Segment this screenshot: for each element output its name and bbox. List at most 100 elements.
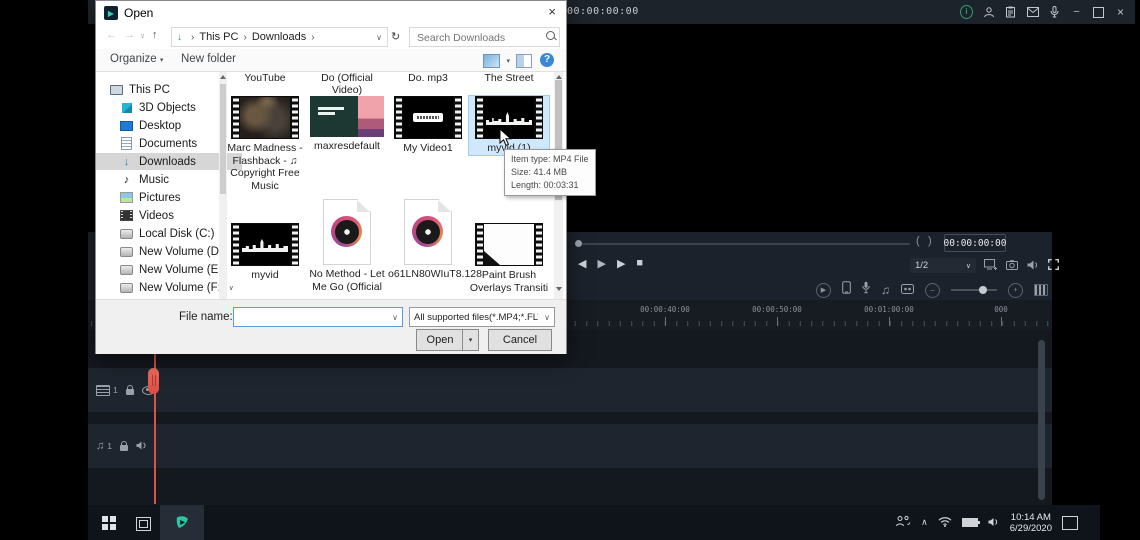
preview-quality-select[interactable]: 1/2 ∨	[910, 258, 976, 273]
recent-locations-icon[interactable]: ∨	[140, 32, 145, 40]
audio-thumbnail	[323, 199, 371, 265]
start-button[interactable]	[102, 516, 116, 530]
ruler-label: 00:00:50:00	[752, 305, 802, 314]
refresh-icon[interactable]: ↻	[391, 30, 400, 43]
fullscreen-icon[interactable]	[1048, 257, 1059, 275]
file-label[interactable]: The Street	[469, 72, 549, 84]
people-icon[interactable]	[895, 514, 911, 532]
mail-icon[interactable]	[1026, 6, 1039, 19]
display-icon[interactable]	[984, 257, 997, 275]
mic-icon[interactable]	[1048, 6, 1061, 19]
new-folder-button[interactable]: New folder	[181, 53, 236, 65]
help-button[interactable]: ?	[540, 53, 554, 67]
mouse-cursor	[499, 128, 512, 147]
zoom-out-icon[interactable]: –	[925, 282, 940, 298]
file-name-input[interactable]	[237, 310, 389, 326]
timeline-zoom-slider[interactable]	[951, 286, 997, 294]
file-item-no-method[interactable]: No Method - Let Me Go (Official	[307, 199, 387, 293]
seek-bar[interactable]	[582, 243, 910, 245]
timeline-scrollbar[interactable]	[1038, 340, 1045, 500]
video-track[interactable]: 1	[88, 368, 1052, 412]
mark-out-icon[interactable]: )	[928, 235, 932, 247]
tray-expand-icon[interactable]: ∧	[921, 517, 928, 528]
back-button[interactable]: ←	[106, 29, 117, 41]
change-view-button[interactable]	[483, 54, 500, 68]
network-icon[interactable]	[938, 514, 952, 532]
search-box[interactable]	[409, 27, 560, 47]
taskbar-clock[interactable]: 10:14 AM 6/29/2020	[1010, 512, 1052, 534]
file-item-o61ln80wiut8[interactable]: o61LN80WIuT8.128	[388, 199, 482, 281]
audio-track[interactable]: ♫ 1	[88, 424, 1052, 468]
search-icon[interactable]	[546, 31, 555, 40]
mark-in-icon[interactable]: (	[916, 235, 920, 247]
file-label[interactable]: YouTube	[225, 72, 305, 84]
step-button[interactable]: ▶	[597, 257, 605, 270]
prev-frame-button[interactable]: ◀	[578, 257, 586, 270]
close-button[interactable]: ×	[1114, 6, 1127, 19]
account-icon[interactable]	[982, 6, 995, 19]
playhead-handle[interactable]	[148, 368, 159, 394]
change-view-caret[interactable]: ▾	[506, 57, 510, 65]
titlebar-timecode: 00:00:00:00	[567, 6, 639, 17]
dialog-close-button[interactable]: ×	[548, 4, 556, 19]
mute-icon[interactable]	[136, 437, 147, 455]
search-input[interactable]	[415, 30, 537, 46]
video-thumbnail	[231, 96, 299, 139]
video-thumbnail	[231, 223, 299, 266]
play-button[interactable]: ▶	[617, 257, 625, 270]
sidebar-item-this-pc[interactable]: This PC	[96, 81, 232, 98]
seek-handle[interactable]	[575, 240, 582, 247]
file-item-paint-brush[interactable]: Paint Brush Overlays Transiti	[469, 199, 549, 294]
audio-thumbnail	[404, 199, 452, 265]
ruler-label: 00:00:40:00	[640, 305, 690, 314]
clipboard-icon[interactable]	[1004, 6, 1017, 19]
action-center-icon[interactable]	[1062, 515, 1078, 530]
file-item-maxresdefault[interactable]: maxresdefault	[307, 96, 387, 153]
device-icon[interactable]	[842, 281, 851, 299]
cancel-button[interactable]: Cancel	[488, 329, 552, 351]
audio-track-icon: ♫	[96, 439, 105, 452]
taskbar-filmora-button[interactable]	[160, 505, 204, 540]
file-item-my-video1[interactable]: My Video1	[388, 96, 468, 155]
file-item-marc-madness[interactable]: Marc Madness - Flashback - ♫ Copyright F…	[225, 96, 305, 192]
file-item-myvid[interactable]: myvid	[225, 199, 305, 282]
file-label[interactable]: Do. mp3	[388, 72, 468, 84]
lock-icon[interactable]	[119, 441, 128, 451]
zoom-in-icon[interactable]: +	[1008, 282, 1023, 298]
lock-icon[interactable]	[125, 385, 134, 395]
breadcrumb-downloads[interactable]: Downloads	[252, 31, 306, 43]
speaker-icon[interactable]	[988, 514, 1000, 532]
battery-icon[interactable]	[961, 518, 980, 527]
dialog-titlebar: ▶ Open ×	[96, 1, 566, 25]
zoom-fit-icon[interactable]	[1034, 284, 1048, 296]
file-label[interactable]: Do (Official Video)	[307, 72, 387, 96]
volume-icon[interactable]	[1027, 257, 1039, 275]
snapshot-icon[interactable]	[1006, 257, 1018, 275]
open-button[interactable]: Open	[416, 329, 464, 351]
filmora-icon	[176, 516, 188, 528]
file-type-select[interactable]: All supported files(*.MP4;*.FLV;* ∨	[409, 307, 555, 327]
preview-pane-button[interactable]	[516, 54, 532, 68]
info-icon[interactable]: i	[960, 5, 973, 19]
file-name-combo[interactable]: ∨	[233, 307, 403, 327]
address-bar[interactable]: ↓ › This PC › Downloads › ∨	[171, 27, 388, 47]
video-track-icon	[96, 384, 110, 396]
music-icon[interactable]: ♫	[881, 284, 890, 296]
address-dropdown-icon[interactable]: ∨	[376, 33, 382, 42]
maximize-button[interactable]	[1092, 6, 1105, 19]
minimize-button[interactable]: –	[1070, 6, 1083, 19]
record-voiceover-icon[interactable]	[862, 281, 870, 299]
breadcrumb-this-pc[interactable]: This PC	[199, 31, 238, 43]
stop-button[interactable]: ■	[636, 257, 643, 270]
forward-button[interactable]: →	[124, 29, 135, 41]
downloads-folder-icon: ↓	[177, 31, 182, 43]
mixer-icon[interactable]	[901, 281, 914, 299]
up-button[interactable]: ↑	[152, 29, 158, 41]
open-split-caret[interactable]: ▾	[462, 329, 479, 351]
file-tooltip: Item type: MP4 File Size: 41.4 MB Length…	[504, 149, 596, 196]
render-play-icon[interactable]: ▶	[816, 282, 831, 298]
task-view-button[interactable]	[136, 517, 151, 531]
file-name-dropdown-icon[interactable]: ∨	[392, 313, 398, 322]
player-timecode: 00:00:00:00	[944, 234, 1006, 252]
organize-button[interactable]: Organize ▾	[110, 53, 163, 65]
